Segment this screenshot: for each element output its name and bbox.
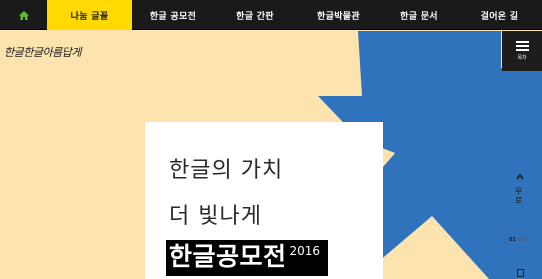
nav-tab-contest[interactable]: 한글 공모전 [132, 0, 214, 30]
slide-pager: 01 / 06 [509, 237, 527, 243]
menu-button[interactable]: 목차 [502, 31, 542, 71]
hero-line-2: 더 빛나게 [169, 204, 262, 229]
hero-year: 2016 [289, 244, 321, 258]
pager-separator: / [517, 237, 520, 243]
pager-total: 06 [520, 237, 528, 243]
nav-tab-signboard[interactable]: 한글 간판 [214, 0, 296, 30]
pager-current: 01 [509, 237, 516, 243]
home-button[interactable] [0, 0, 47, 30]
hero-line-1: 한글의 가치 [169, 158, 284, 183]
nav-tab-documents[interactable]: 한글 문서 [381, 0, 457, 30]
top-navigation: 나눔 글꼴 한글 공모전 한글 간판 한글박물관 한글 문서 걸어온 길 [0, 0, 542, 30]
hero-title-block: 한글공모전 2016 [166, 240, 329, 276]
nav-tab-fonts[interactable]: 나눔 글꼴 [47, 0, 132, 30]
site-logo[interactable]: 한글한글아름답게 [4, 44, 81, 60]
side-scroll-label[interactable]: 우로 [513, 187, 524, 205]
nav-tab-history[interactable]: 걸어온 길 [457, 0, 542, 30]
nav-tab-museum[interactable]: 한글박물관 [296, 0, 381, 30]
hero-card: 한글의 가치 더 빛나게 한글공모전 2016 [145, 122, 383, 279]
menu-label: 목차 [517, 55, 527, 61]
hero-title: 한글공모전 [169, 242, 287, 271]
hamburger-icon [515, 41, 529, 51]
side-bottom-icon[interactable] [517, 269, 524, 277]
home-icon [18, 10, 29, 20]
chevron-up-icon[interactable] [516, 174, 524, 180]
